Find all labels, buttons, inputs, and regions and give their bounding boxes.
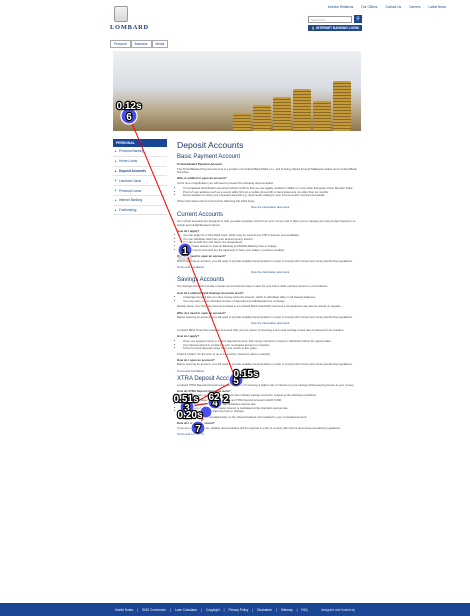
savings-text-2: Identity Issue: Your Savings Account is … (177, 304, 341, 309)
xtra-text-3: Interest Issue: Interest is calculated d… (177, 414, 308, 419)
current-text-2: Before opening an account, you will need… (177, 258, 353, 263)
sidebar-item-home-loans[interactable]: Home Loans (113, 157, 167, 167)
fixed-question-2: How do I open an account? (177, 357, 215, 362)
footer-credit: designed and hosted by (321, 607, 355, 612)
xtra-terms-link[interactable]: Terms and Conditions (177, 432, 363, 436)
basic-text-2: At the time of application you will need… (177, 180, 275, 185)
fixed-list: Once you deposit money in a Term Deposit… (183, 339, 363, 351)
sidebar-heading: PERSONAL (113, 139, 167, 147)
savings-text: Our Savings Accounts provide a secure an… (177, 284, 329, 289)
sidebar: PERSONAL Personal Banking Home Loans Dep… (113, 139, 167, 216)
sidebar-item-personal-loans[interactable]: Personal Loans (113, 186, 167, 196)
footer-link-loan-calculator[interactable]: Loan Calculator (175, 608, 197, 612)
top-link-offices[interactable]: Our Offices (361, 5, 377, 9)
top-link-careers[interactable]: Careers (409, 5, 420, 9)
search-icon[interactable]: ⚲ (354, 15, 362, 23)
xtra-text-2: These accounts carry a higher rate of in… (177, 393, 317, 398)
tab-media[interactable]: Media (151, 40, 169, 48)
footer-link-faq[interactable]: FAQ (301, 608, 307, 612)
fixed-text-3: Before opening an account, you will need… (177, 362, 353, 367)
savings-info-link[interactable]: View the information document (177, 321, 363, 325)
xtra-question: How do XTRA Deposit Accounts work? (177, 388, 231, 393)
basic-list: An completed Identification document whi… (183, 186, 363, 198)
current-list: You can apply for a Visa Debit Card, whi… (183, 234, 363, 252)
top-link-news[interactable]: Latest News (428, 5, 446, 9)
footer-link-useful-notes[interactable]: Useful Notes (115, 608, 133, 612)
sidebar-item-internet-banking[interactable]: Internet Banking (113, 196, 167, 206)
list-item: You may carry out an unlimited number of… (183, 299, 363, 304)
main-content: Deposit Accounts Basic Payment Account P… (177, 140, 363, 437)
basic-info-link[interactable]: View the information document (177, 205, 363, 209)
savings-heading: Savings Accounts (177, 277, 225, 284)
sidebar-item-deposit-accounts[interactable]: Deposit Accounts (113, 167, 167, 177)
basic-heading: Basic Payment Account (177, 154, 241, 160)
fixed-question: How do I apply? (177, 334, 200, 339)
lombard-logo-icon[interactable] (114, 6, 128, 22)
xtra-heading: XTRA Deposit Accounts (177, 375, 241, 382)
xtra-list: The minimum deposit required to open an … (183, 399, 363, 413)
main-nav: Personal Business Media (110, 40, 169, 48)
fixed-text: Lombard Bank Fixed Term Deposit Accounts… (177, 328, 345, 333)
basic-text: The Postal Banked Payment Account is a p… (177, 166, 357, 175)
internet-banking-button[interactable]: 🔒 INTERNET BANKING LOGIN (308, 25, 362, 31)
current-terms-link[interactable]: Terms and Conditions (177, 265, 363, 269)
lock-icon: 🔒 (311, 26, 316, 30)
xtra-text: Lombard XTRA Deposit Accounts give you t… (177, 382, 355, 387)
list-item: Finally, current accounts are the ideal … (183, 248, 363, 253)
fixed-text-2: Fixed & Instant: On the term of up to 12… (177, 351, 271, 356)
savings-question: How do Lombard Bank Savings Accounts wor… (177, 290, 244, 295)
sidebar-item-lombard-cards[interactable]: Lombard Cards (113, 176, 167, 187)
current-question: How do I apply? (177, 228, 200, 233)
xtra-text-4: If you are a new customer, suitable docu… (177, 425, 341, 430)
sidebar-item-personal-banking[interactable]: Personal Banking (113, 147, 167, 157)
list-item: Documentation to verify your expected de… (183, 194, 363, 198)
footer-link-copyright[interactable]: Copyright (206, 608, 220, 612)
footer-link-disclaimer[interactable]: Disclaimer (257, 608, 272, 612)
internet-banking-label: INTERNET BANKING LOGIN (316, 26, 359, 30)
top-link-investor[interactable]: Investor Relations (328, 5, 354, 9)
logo-text[interactable]: LOMBARD (110, 24, 149, 31)
footer-link-privacy[interactable]: Privacy Policy (228, 608, 248, 612)
savings-list: A Savings Account lets you save money an… (183, 296, 363, 303)
basic-question: Who is entitled to open an account? (177, 176, 227, 181)
sidebar-item-fuelbanking[interactable]: Fuelbanking (113, 206, 167, 216)
basic-text-3: Other information can be found at the fo… (177, 198, 255, 203)
current-heading: Current Accounts (177, 211, 224, 218)
search-input[interactable]: Search for... (308, 16, 352, 23)
top-link-contact[interactable]: Contact Us (385, 5, 401, 9)
savings-text-3: Before opening an account, you will need… (177, 315, 353, 320)
page-title: Deposit Accounts (177, 140, 244, 150)
savings-question-2: Who do I need to open an account? (177, 310, 226, 315)
list-item: This product does not attract any fees o… (183, 410, 363, 414)
current-text: Our current accounts are designed to hel… (177, 218, 356, 227)
hero-coins-image (113, 51, 361, 131)
top-links: Investor Relations Our Offices Contact U… (328, 5, 446, 9)
tab-personal[interactable]: Personal (110, 40, 131, 48)
footer-link-sms[interactable]: SMS Conversion (142, 608, 166, 612)
xtra-question-2: How do I open an account? (177, 421, 215, 425)
fixed-terms-link[interactable]: Terms and Conditions (177, 369, 363, 373)
current-question-2: Who do I need to open an account? (177, 254, 226, 259)
tab-business[interactable]: Business (130, 40, 152, 48)
footer: Useful Notes | SMS Conversion | Loan Calcu… (0, 603, 470, 616)
drag-ghost-image (178, 248, 192, 262)
footer-link-sitemap[interactable]: Sitemap (281, 608, 293, 612)
basic-sub: Postal Banked Payment Account (177, 162, 223, 166)
current-info-link[interactable]: View the information document (177, 270, 363, 274)
list-item: Terms for fixed deposits range from one … (183, 346, 363, 351)
